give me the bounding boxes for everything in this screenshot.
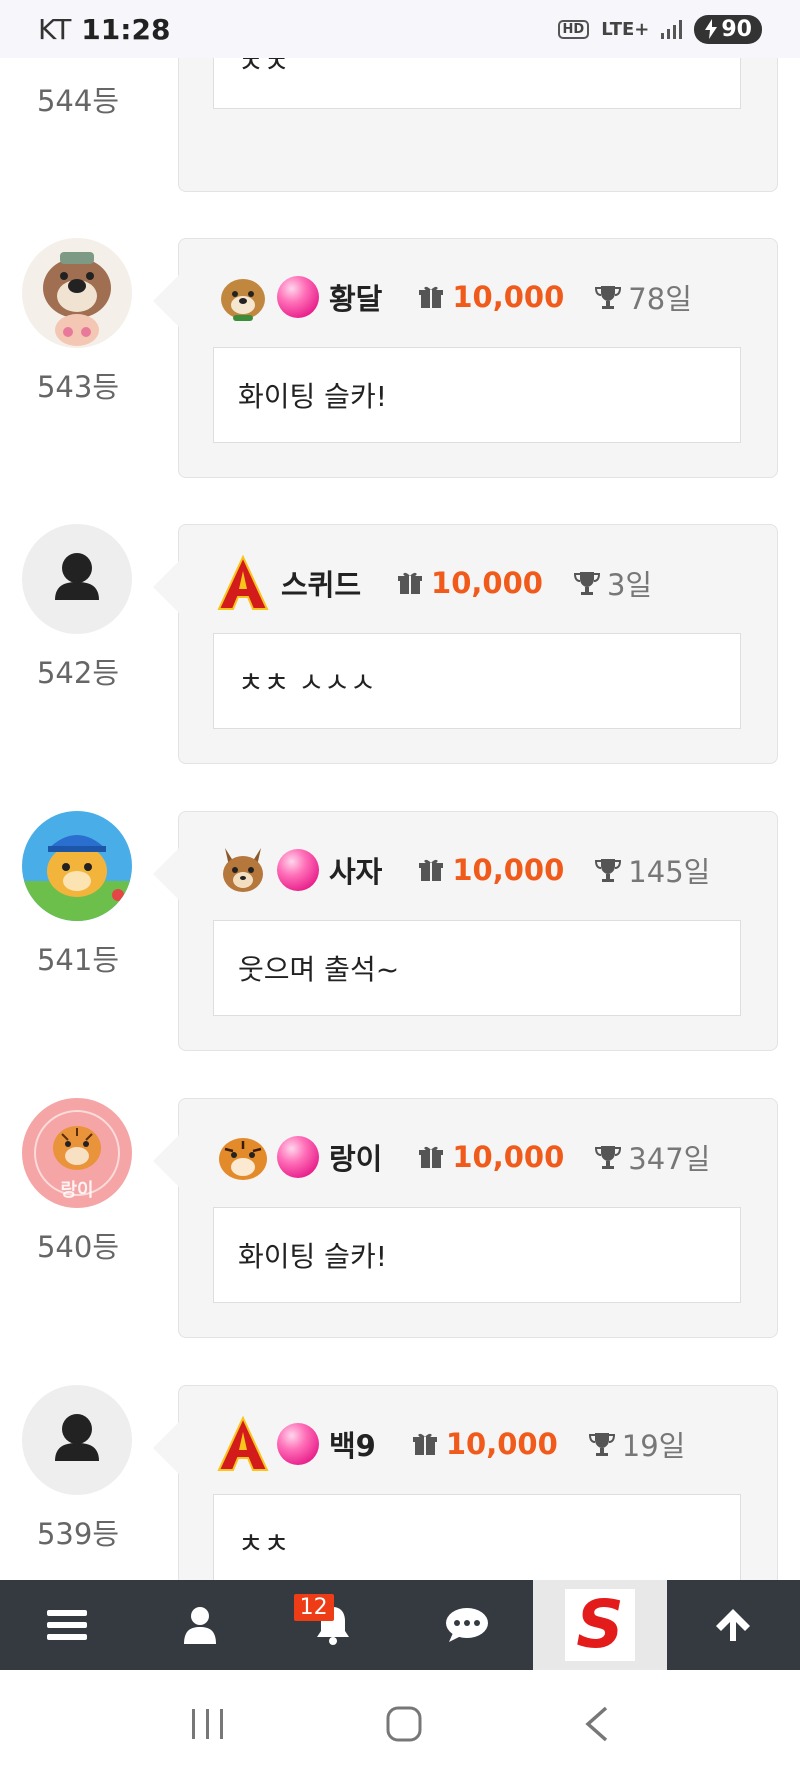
hd-voice-icon: HD: [557, 19, 590, 39]
chat-button[interactable]: [400, 1580, 533, 1670]
trophy-icon: [595, 1146, 622, 1169]
bottom-nav: 12 S: [0, 1580, 800, 1670]
level-badge-tiger-icon: [215, 1129, 271, 1185]
nickname[interactable]: 사자: [329, 849, 382, 891]
points: 10,000: [452, 280, 565, 314]
points: 10,000: [431, 566, 543, 600]
attendance-days: 347일: [628, 1142, 711, 1176]
level-badge-letter-a-icon: [215, 555, 271, 611]
avatar[interactable]: [22, 524, 132, 634]
avatar[interactable]: [22, 1385, 132, 1495]
nickname[interactable]: 황달: [329, 276, 382, 318]
attendance-days: 3일: [606, 568, 653, 602]
gem-icon: [277, 1136, 319, 1178]
back-icon[interactable]: [582, 1705, 610, 1743]
avatar[interactable]: [22, 811, 132, 921]
avatar-caption: 랑이: [60, 1180, 94, 1201]
comment-card: 사자 10,000 145일 웃으며 출석~: [153, 811, 778, 1051]
level-badge-letter-a-icon: [215, 1416, 271, 1472]
level-badge-dog-icon: [215, 269, 271, 325]
card-header: 황달 10,000 78일: [215, 269, 692, 325]
trophy-icon: [588, 1433, 615, 1456]
recent-apps-icon[interactable]: [190, 1707, 226, 1741]
rank-label: 539등: [36, 1517, 120, 1551]
trophy-icon: [573, 572, 600, 595]
default-user-icon: [55, 1414, 99, 1461]
nickname[interactable]: 백9: [329, 1423, 376, 1465]
card-header: 사자 10,000 145일: [215, 842, 710, 898]
scroll-top-button[interactable]: [667, 1580, 800, 1670]
carrier-label: KT: [38, 12, 72, 46]
rank-label: 542등: [36, 656, 120, 690]
lion-cub-avatar-image: [22, 835, 132, 921]
rank-entry: 542등 스퀴드 10,000 3일 ㅊㅊ ㅅㅅㅅ: [0, 524, 800, 766]
attendance-days: 19일: [621, 1429, 686, 1463]
home-icon[interactable]: [385, 1705, 423, 1743]
menu-button[interactable]: [0, 1580, 133, 1670]
gift-icon: [419, 286, 444, 308]
message-box: ㅊㅊ ㅅㅅㅅ: [213, 633, 741, 729]
avatar[interactable]: 랑이: [22, 1098, 132, 1208]
arrow-up-icon: [716, 1609, 751, 1641]
signal-icon: [661, 19, 683, 39]
message-box: ㅊㅊ: [213, 1494, 741, 1590]
status-icons: HD LTE+ 90: [557, 14, 762, 44]
trophy-icon: [595, 286, 622, 309]
default-user-icon: [55, 553, 99, 600]
otter-avatar-image: [43, 252, 111, 346]
comment-card: 랑이 10,000 347일 화이팅 슬카!: [153, 1098, 778, 1338]
gift-icon: [398, 572, 423, 594]
points: 10,000: [452, 853, 565, 887]
nickname[interactable]: 스퀴드: [281, 562, 361, 604]
rank-label: 541등: [36, 943, 120, 977]
site-logo-button[interactable]: S: [533, 1580, 667, 1670]
menu-icon: [46, 1610, 87, 1640]
card-header: 백9 10,000 19일: [215, 1416, 685, 1472]
gift-icon: [412, 1433, 437, 1455]
avatar[interactable]: [22, 238, 132, 348]
level-badge-squirrel-icon: [215, 842, 271, 898]
points: 10,000: [445, 1427, 558, 1461]
message-box: 화이팅 슬카!: [213, 1207, 741, 1303]
profile-button[interactable]: [133, 1580, 266, 1670]
gift-icon: [419, 859, 444, 881]
rank-entry: 543등 황달 10,000 78일 화이팅 슬카!: [0, 238, 800, 480]
status-bar: KT 11:28 HD LTE+ 90: [0, 0, 800, 58]
card-header: 스퀴드 10,000 3일: [215, 555, 652, 611]
comment-card: 스퀴드 10,000 3일 ㅊㅊ ㅅㅅㅅ: [153, 524, 778, 764]
message-box: 웃으며 출석~: [213, 920, 741, 1016]
clock: 11:28: [81, 12, 171, 46]
points: 10,000: [452, 1140, 565, 1174]
chat-icon: [445, 1608, 488, 1642]
nickname[interactable]: 랑이: [329, 1136, 382, 1178]
gem-icon: [277, 1423, 319, 1465]
card-header: 랑이 10,000 347일: [215, 1129, 710, 1185]
gem-icon: [277, 276, 319, 318]
user-icon: [183, 1607, 216, 1644]
gem-icon: [277, 849, 319, 891]
logo-s-icon: S: [564, 1586, 635, 1663]
rank-label: 544등: [36, 84, 120, 118]
rank-entry: 랑이 540등 랑이 10,000 347일 화이팅 슬카!: [0, 1098, 800, 1340]
gift-icon: [419, 1146, 444, 1168]
attendance-days: 78일: [628, 282, 692, 316]
trophy-icon: [595, 859, 622, 882]
system-nav-bar: [0, 1670, 800, 1778]
attendance-days: 145일: [628, 855, 711, 889]
notification-count-badge: 12: [293, 1594, 334, 1621]
rank-entry: 541등 사자 10,000 145일 웃으며 출석~: [0, 811, 800, 1053]
rank-label: 543등: [36, 370, 120, 404]
notifications-button[interactable]: 12: [267, 1580, 400, 1670]
message-box: 화이팅 슬카!: [213, 347, 741, 443]
comment-card: 황달 10,000 78일 화이팅 슬카!: [153, 238, 778, 478]
rank-label: 540등: [36, 1230, 120, 1264]
lte-icon: LTE+: [601, 18, 650, 40]
logo-letter: S: [576, 1586, 624, 1663]
battery-level: 90: [721, 16, 752, 42]
battery-icon: 90: [694, 14, 762, 44]
